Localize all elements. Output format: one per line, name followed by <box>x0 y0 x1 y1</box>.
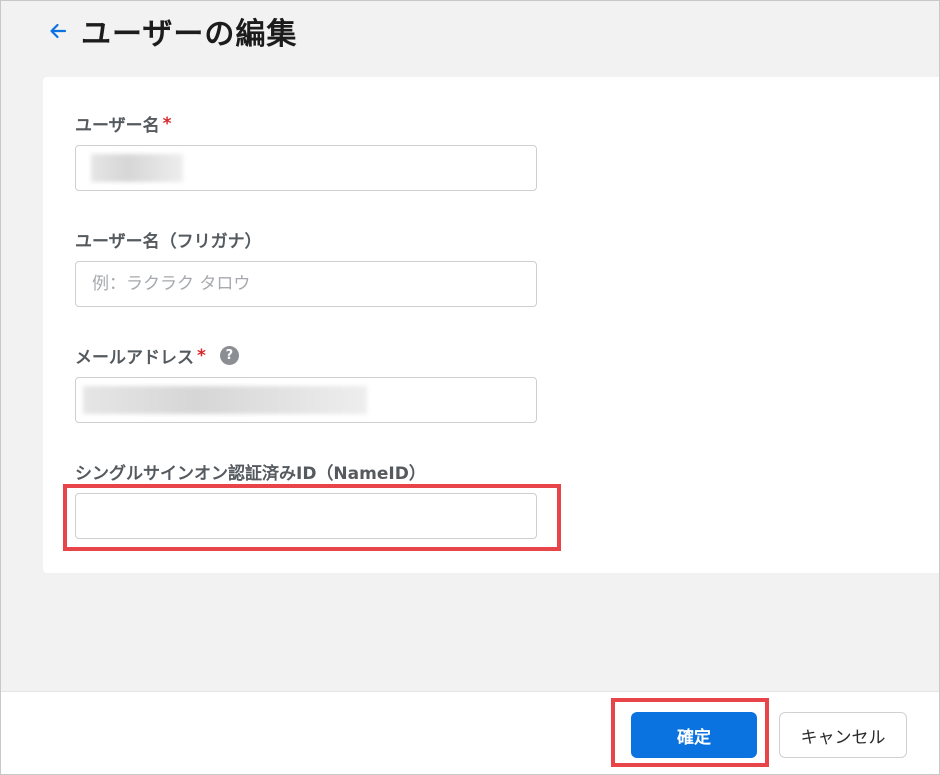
cancel-button[interactable]: キャンセル <box>779 712 907 758</box>
required-mark: * <box>197 345 206 366</box>
arrow-left-icon[interactable] <box>47 20 69 42</box>
username-kana-label-text: ユーザー名（フリガナ） <box>75 232 262 252</box>
email-input[interactable] <box>75 377 537 423</box>
sso-nameid-label: シングルサインオン認証済みID（NameID） <box>75 459 426 484</box>
app-window: ユーザーの編集 ユーザー名 * ユーザー名（フリガナ） メールアドレス * ? … <box>0 0 940 775</box>
username-kana-label: ユーザー名（フリガナ） <box>75 227 262 252</box>
username-label: ユーザー名 * <box>75 111 172 137</box>
email-label: メールアドレス * ? <box>75 343 239 368</box>
username-label-text: ユーザー名 <box>75 116 160 136</box>
confirm-button[interactable]: 確定 <box>631 712 757 758</box>
question-circle-icon[interactable]: ? <box>219 346 239 365</box>
email-label-text: メールアドレス <box>75 348 194 368</box>
username-kana-input[interactable] <box>75 261 537 307</box>
page-title: ユーザーの編集 <box>81 17 298 52</box>
sso-nameid-label-text: シングルサインオン認証済みID（NameID） <box>75 464 426 484</box>
required-mark: * <box>162 113 172 134</box>
footer-bar: 確定 キャンセル <box>1 691 939 774</box>
username-input[interactable] <box>75 145 537 191</box>
page-header: ユーザーの編集 <box>47 11 298 52</box>
edit-user-form: ユーザー名 * ユーザー名（フリガナ） メールアドレス * ? シングルサインオ… <box>43 77 939 573</box>
sso-nameid-input[interactable] <box>75 493 537 539</box>
